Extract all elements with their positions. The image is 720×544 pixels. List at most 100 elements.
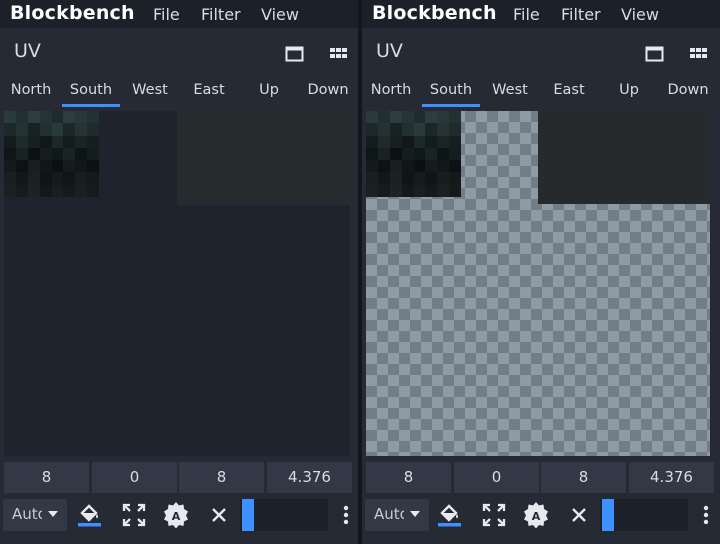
uv-viewport[interactable] xyxy=(366,111,710,456)
texture-pixel xyxy=(377,147,390,161)
grid-icon[interactable] xyxy=(328,44,350,64)
texture-pixel xyxy=(377,184,390,197)
menu-file[interactable]: File xyxy=(513,5,540,24)
uv-y-input[interactable]: 0 xyxy=(454,462,539,493)
texture-pixel xyxy=(27,184,40,197)
uv-size-select[interactable]: Auto xyxy=(3,499,67,531)
expand-icon[interactable] xyxy=(479,500,509,530)
auto-uv-badge-icon[interactable]: A xyxy=(521,500,551,530)
texture-pixel xyxy=(87,184,99,197)
texture-pixel xyxy=(425,172,438,185)
texture-pixel xyxy=(75,111,88,124)
uv-size-select[interactable]: Auto xyxy=(365,499,429,531)
texture-pixel xyxy=(389,111,402,124)
uv-panel-right: Blockbench File Filter View UV North Sou… xyxy=(362,0,720,544)
texture-pixel xyxy=(75,135,88,148)
tab-south[interactable]: South xyxy=(421,74,481,107)
texture-pixel xyxy=(377,172,390,185)
texture-pixel xyxy=(87,135,99,148)
panel-title: UV xyxy=(376,40,403,62)
tab-down[interactable]: Down xyxy=(658,74,718,106)
texture-pixel xyxy=(449,172,461,185)
texture-pixel xyxy=(39,172,52,185)
tab-west[interactable]: West xyxy=(480,74,540,106)
texture-pixel xyxy=(51,123,64,136)
texture-pixel xyxy=(413,111,426,124)
texture-pixel xyxy=(401,111,414,124)
window-maximize-icon[interactable] xyxy=(284,44,306,64)
tab-north[interactable]: North xyxy=(1,74,61,106)
tab-east[interactable]: East xyxy=(179,74,239,106)
texture-pixel xyxy=(63,184,76,197)
uv-viewport[interactable] xyxy=(4,111,350,456)
texture-pixel xyxy=(389,172,402,185)
texture-pixel xyxy=(401,184,414,197)
uv-x-input[interactable]: 8 xyxy=(366,462,451,493)
texture-pixel xyxy=(437,111,450,124)
texture-pixel xyxy=(4,172,16,185)
texture-pixel xyxy=(15,135,28,148)
expand-icon[interactable] xyxy=(119,500,149,530)
uv-height-input[interactable]: 4.376 xyxy=(267,462,352,493)
app-title: Blockbench xyxy=(10,2,135,24)
texture-pixel xyxy=(63,111,76,124)
texture-pixel xyxy=(366,111,378,124)
texture-pixel xyxy=(389,123,402,136)
texture-pixel xyxy=(377,111,390,124)
menu-view[interactable]: View xyxy=(621,5,659,24)
texture-pixel xyxy=(39,147,52,161)
uv-x-input[interactable]: 8 xyxy=(4,462,89,493)
texture-pixel xyxy=(437,160,450,173)
paint-bucket-icon[interactable] xyxy=(435,500,465,530)
window-maximize-icon[interactable] xyxy=(644,44,666,64)
uv-width-input[interactable]: 8 xyxy=(179,462,264,493)
texture-pixel xyxy=(15,184,28,197)
texture-pixel xyxy=(51,135,64,148)
tab-down[interactable]: Down xyxy=(298,74,358,106)
chevron-down-icon xyxy=(48,511,58,517)
texture-pixel xyxy=(366,160,378,173)
panel-title: UV xyxy=(14,40,41,62)
texture-pixel xyxy=(4,111,16,124)
uv-texture-selection[interactable] xyxy=(4,111,99,197)
paint-bucket-icon[interactable] xyxy=(75,500,105,530)
texture-pixel xyxy=(437,172,450,185)
more-vertical-icon[interactable] xyxy=(338,502,354,528)
tab-south[interactable]: South xyxy=(61,74,121,107)
tab-west[interactable]: West xyxy=(120,74,180,106)
tab-north[interactable]: North xyxy=(362,74,421,106)
uv-texture-selection[interactable] xyxy=(366,111,461,197)
texture-pixel xyxy=(401,135,414,148)
tab-east[interactable]: East xyxy=(539,74,599,106)
close-icon[interactable] xyxy=(204,500,234,530)
chevron-down-icon xyxy=(410,511,420,517)
close-icon[interactable] xyxy=(564,500,594,530)
uv-width-input[interactable]: 8 xyxy=(541,462,626,493)
uv-height-input[interactable]: 4.376 xyxy=(629,462,714,493)
menu-filter[interactable]: Filter xyxy=(201,5,241,24)
tab-up[interactable]: Up xyxy=(239,74,299,106)
slider-fill xyxy=(602,499,614,531)
texture-pixel xyxy=(366,135,378,148)
tab-up[interactable]: Up xyxy=(599,74,659,106)
texture-pixel xyxy=(366,184,378,197)
texture-pixel xyxy=(425,123,438,136)
texture-pixel xyxy=(39,135,52,148)
texture-pixel xyxy=(15,123,28,136)
menu-view[interactable]: View xyxy=(261,5,299,24)
menu-file[interactable]: File xyxy=(153,5,180,24)
texture-pixel xyxy=(27,172,40,185)
grid-icon[interactable] xyxy=(688,44,710,64)
more-vertical-icon[interactable] xyxy=(698,502,714,528)
uv-panel-left: Blockbench File Filter View UV North Sou… xyxy=(0,0,358,544)
texture-pixel xyxy=(4,160,16,173)
texture-pixel xyxy=(366,123,378,136)
auto-uv-badge-icon[interactable]: A xyxy=(161,500,191,530)
menu-filter[interactable]: Filter xyxy=(561,5,601,24)
texture-pixel xyxy=(87,172,99,185)
texture-pixel xyxy=(87,111,99,124)
opacity-slider[interactable] xyxy=(600,499,688,531)
texture-pixel xyxy=(27,123,40,136)
uv-y-input[interactable]: 0 xyxy=(92,462,177,493)
opacity-slider[interactable] xyxy=(240,499,328,531)
